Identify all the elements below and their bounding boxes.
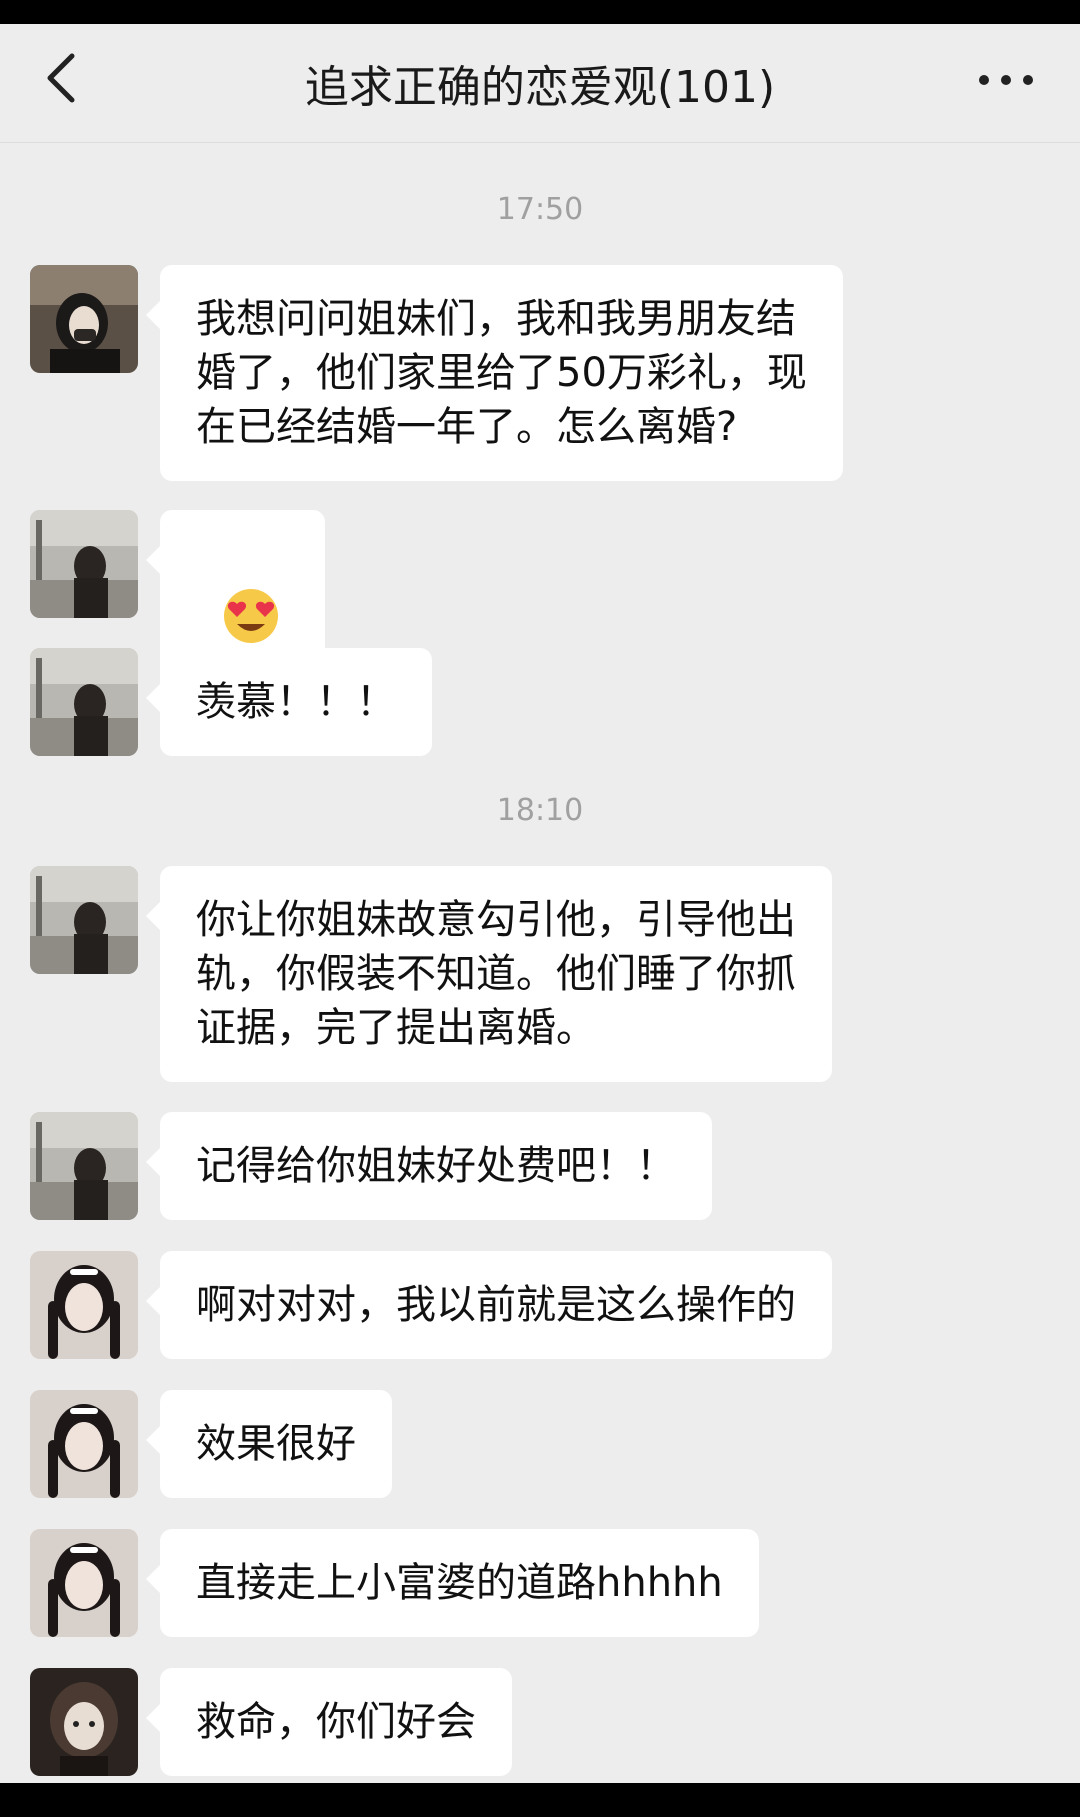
avatar-girl-dark — [30, 265, 138, 373]
avatar[interactable] — [30, 1112, 138, 1220]
message-bubble[interactable]: 你让你姐妹故意勾引他，引导他出 轨，你假装不知道。他们睡了你抓 证据，完了提出离… — [146, 866, 832, 1082]
chat-header: 追求正确的恋爱观(101) — [0, 24, 1080, 143]
avatar[interactable] — [30, 648, 138, 756]
avatar-girl-street — [30, 1112, 138, 1220]
avatar[interactable] — [30, 510, 138, 618]
timestamp: 17:50 — [496, 192, 584, 227]
more-button[interactable] — [964, 50, 1048, 110]
message-bubble[interactable]: 救命，你们好会 — [146, 1668, 512, 1776]
avatar[interactable] — [30, 1668, 138, 1776]
bottom-bar — [0, 1783, 1080, 1817]
avatar-girl-braids — [30, 1390, 138, 1498]
ellipsis-icon — [979, 75, 1033, 85]
message-bubble[interactable]: 效果很好 — [146, 1390, 392, 1498]
avatar[interactable] — [30, 1390, 138, 1498]
avatar-girl-street — [30, 866, 138, 974]
avatar-girl-street — [30, 648, 138, 756]
message-bubble[interactable]: 啊对对对，我以前就是这么操作的 — [146, 1251, 832, 1359]
message-bubble[interactable]: 我想问问姐妹们，我和我男朋友结 婚了，他们家里给了50万彩礼，现 在已经结婚一年… — [146, 265, 843, 481]
avatar-girl-braids — [30, 1529, 138, 1637]
message-bubble[interactable]: 记得给你姐妹好处费吧！！ — [146, 1112, 712, 1220]
timestamp: 18:10 — [496, 793, 584, 828]
back-button[interactable] — [30, 46, 94, 110]
message-bubble[interactable]: 羡慕！！！ — [146, 648, 432, 756]
avatar-girl-braids — [30, 1251, 138, 1359]
avatar[interactable] — [30, 1529, 138, 1637]
message-bubble[interactable]: 直接走上小富婆的道路hhhhh — [146, 1529, 759, 1637]
avatar[interactable] — [30, 1251, 138, 1359]
chat-title: 追求正确的恋爱观(101) — [304, 62, 776, 113]
status-bar — [0, 0, 1080, 24]
avatar[interactable] — [30, 265, 138, 373]
avatar[interactable] — [30, 866, 138, 974]
heart-eyes-emoji — [224, 589, 279, 643]
avatar-anime — [30, 1668, 138, 1776]
avatar-girl-street — [30, 510, 138, 618]
chevron-left-icon — [47, 53, 75, 103]
